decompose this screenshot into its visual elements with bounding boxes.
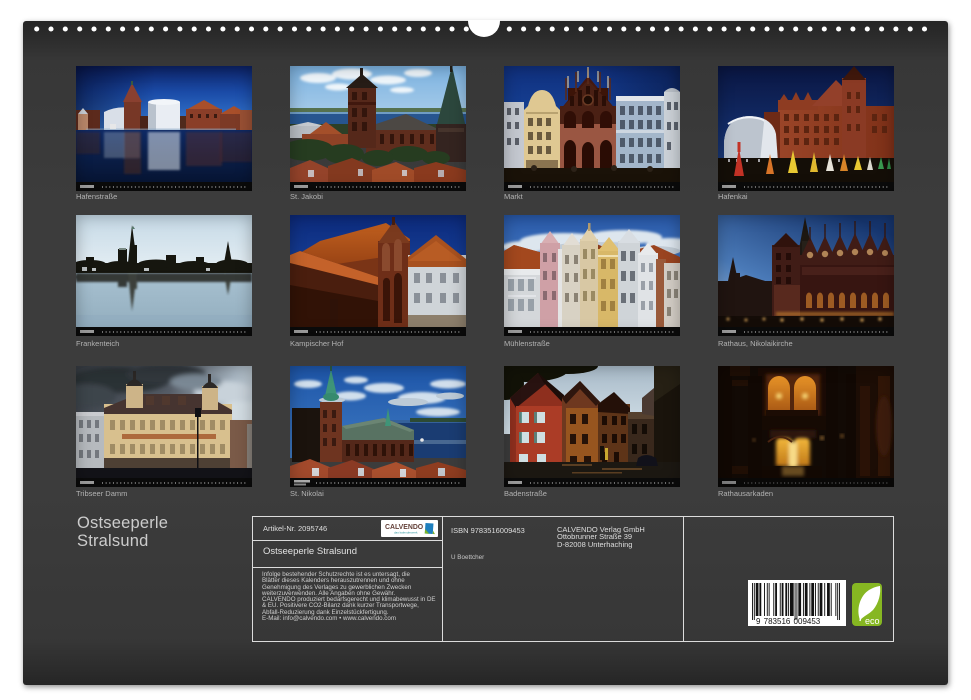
svg-text:9 783516 009453: 9 783516 009453 (756, 617, 821, 626)
svg-text:das kalenderwerk: das kalenderwerk (394, 531, 418, 535)
svg-text:eco: eco (865, 616, 880, 626)
